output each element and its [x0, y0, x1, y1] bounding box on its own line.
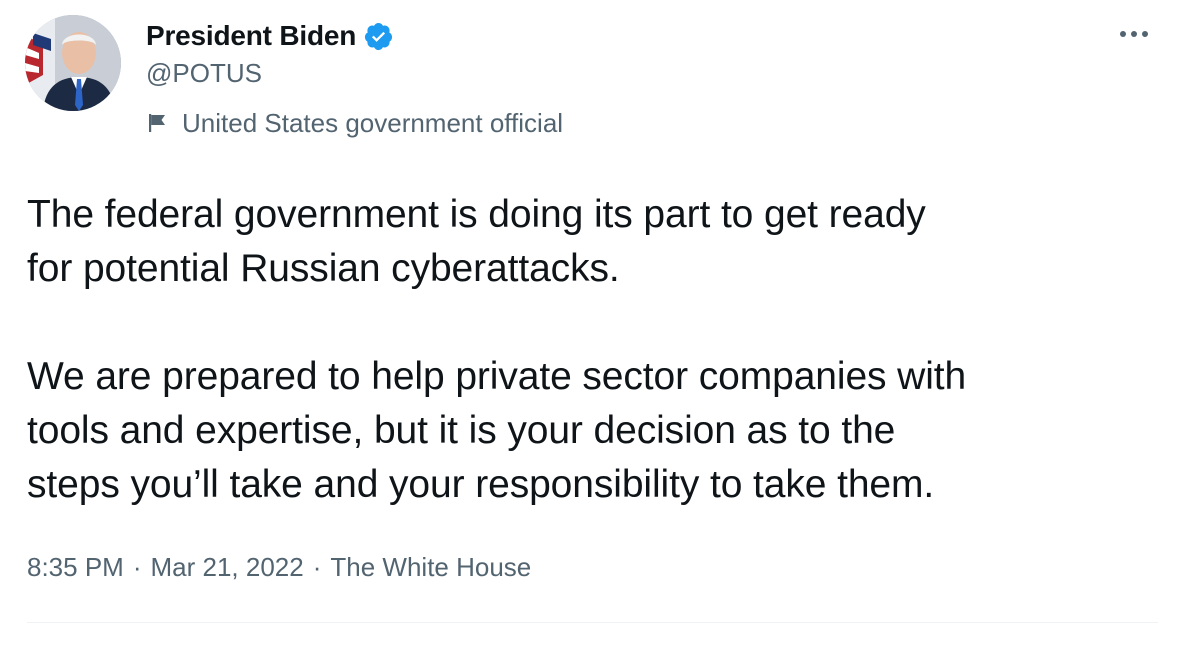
- tweet-metadata: 8:35 PM · Mar 21, 2022 · The White House: [27, 552, 531, 583]
- affiliation-label-text: United States government official: [182, 107, 564, 138]
- affiliation-label: United States government official: [146, 106, 563, 140]
- separator: ·: [312, 552, 322, 582]
- separator: ·: [132, 552, 142, 582]
- tweet-text: The federal government is doing its part…: [27, 193, 967, 506]
- tweet-date[interactable]: Mar 21, 2022: [151, 552, 304, 583]
- tweet-time[interactable]: 8:35 PM: [27, 552, 124, 583]
- author-name-row[interactable]: President Biden: [146, 18, 394, 54]
- avatar-portrait-icon: [25, 15, 121, 111]
- avatar[interactable]: [25, 15, 121, 111]
- author-handle[interactable]: @POTUS: [146, 58, 262, 89]
- more-options-button[interactable]: [1114, 20, 1154, 48]
- tweet-source[interactable]: The White House: [330, 552, 531, 583]
- display-name[interactable]: President Biden: [146, 20, 356, 52]
- divider: [27, 622, 1158, 623]
- more-dots-icon: [1120, 31, 1148, 37]
- flag-icon: [146, 111, 170, 135]
- verified-badge-icon: [363, 21, 394, 52]
- tweet: President Biden @POTUS United States gov…: [0, 0, 1186, 646]
